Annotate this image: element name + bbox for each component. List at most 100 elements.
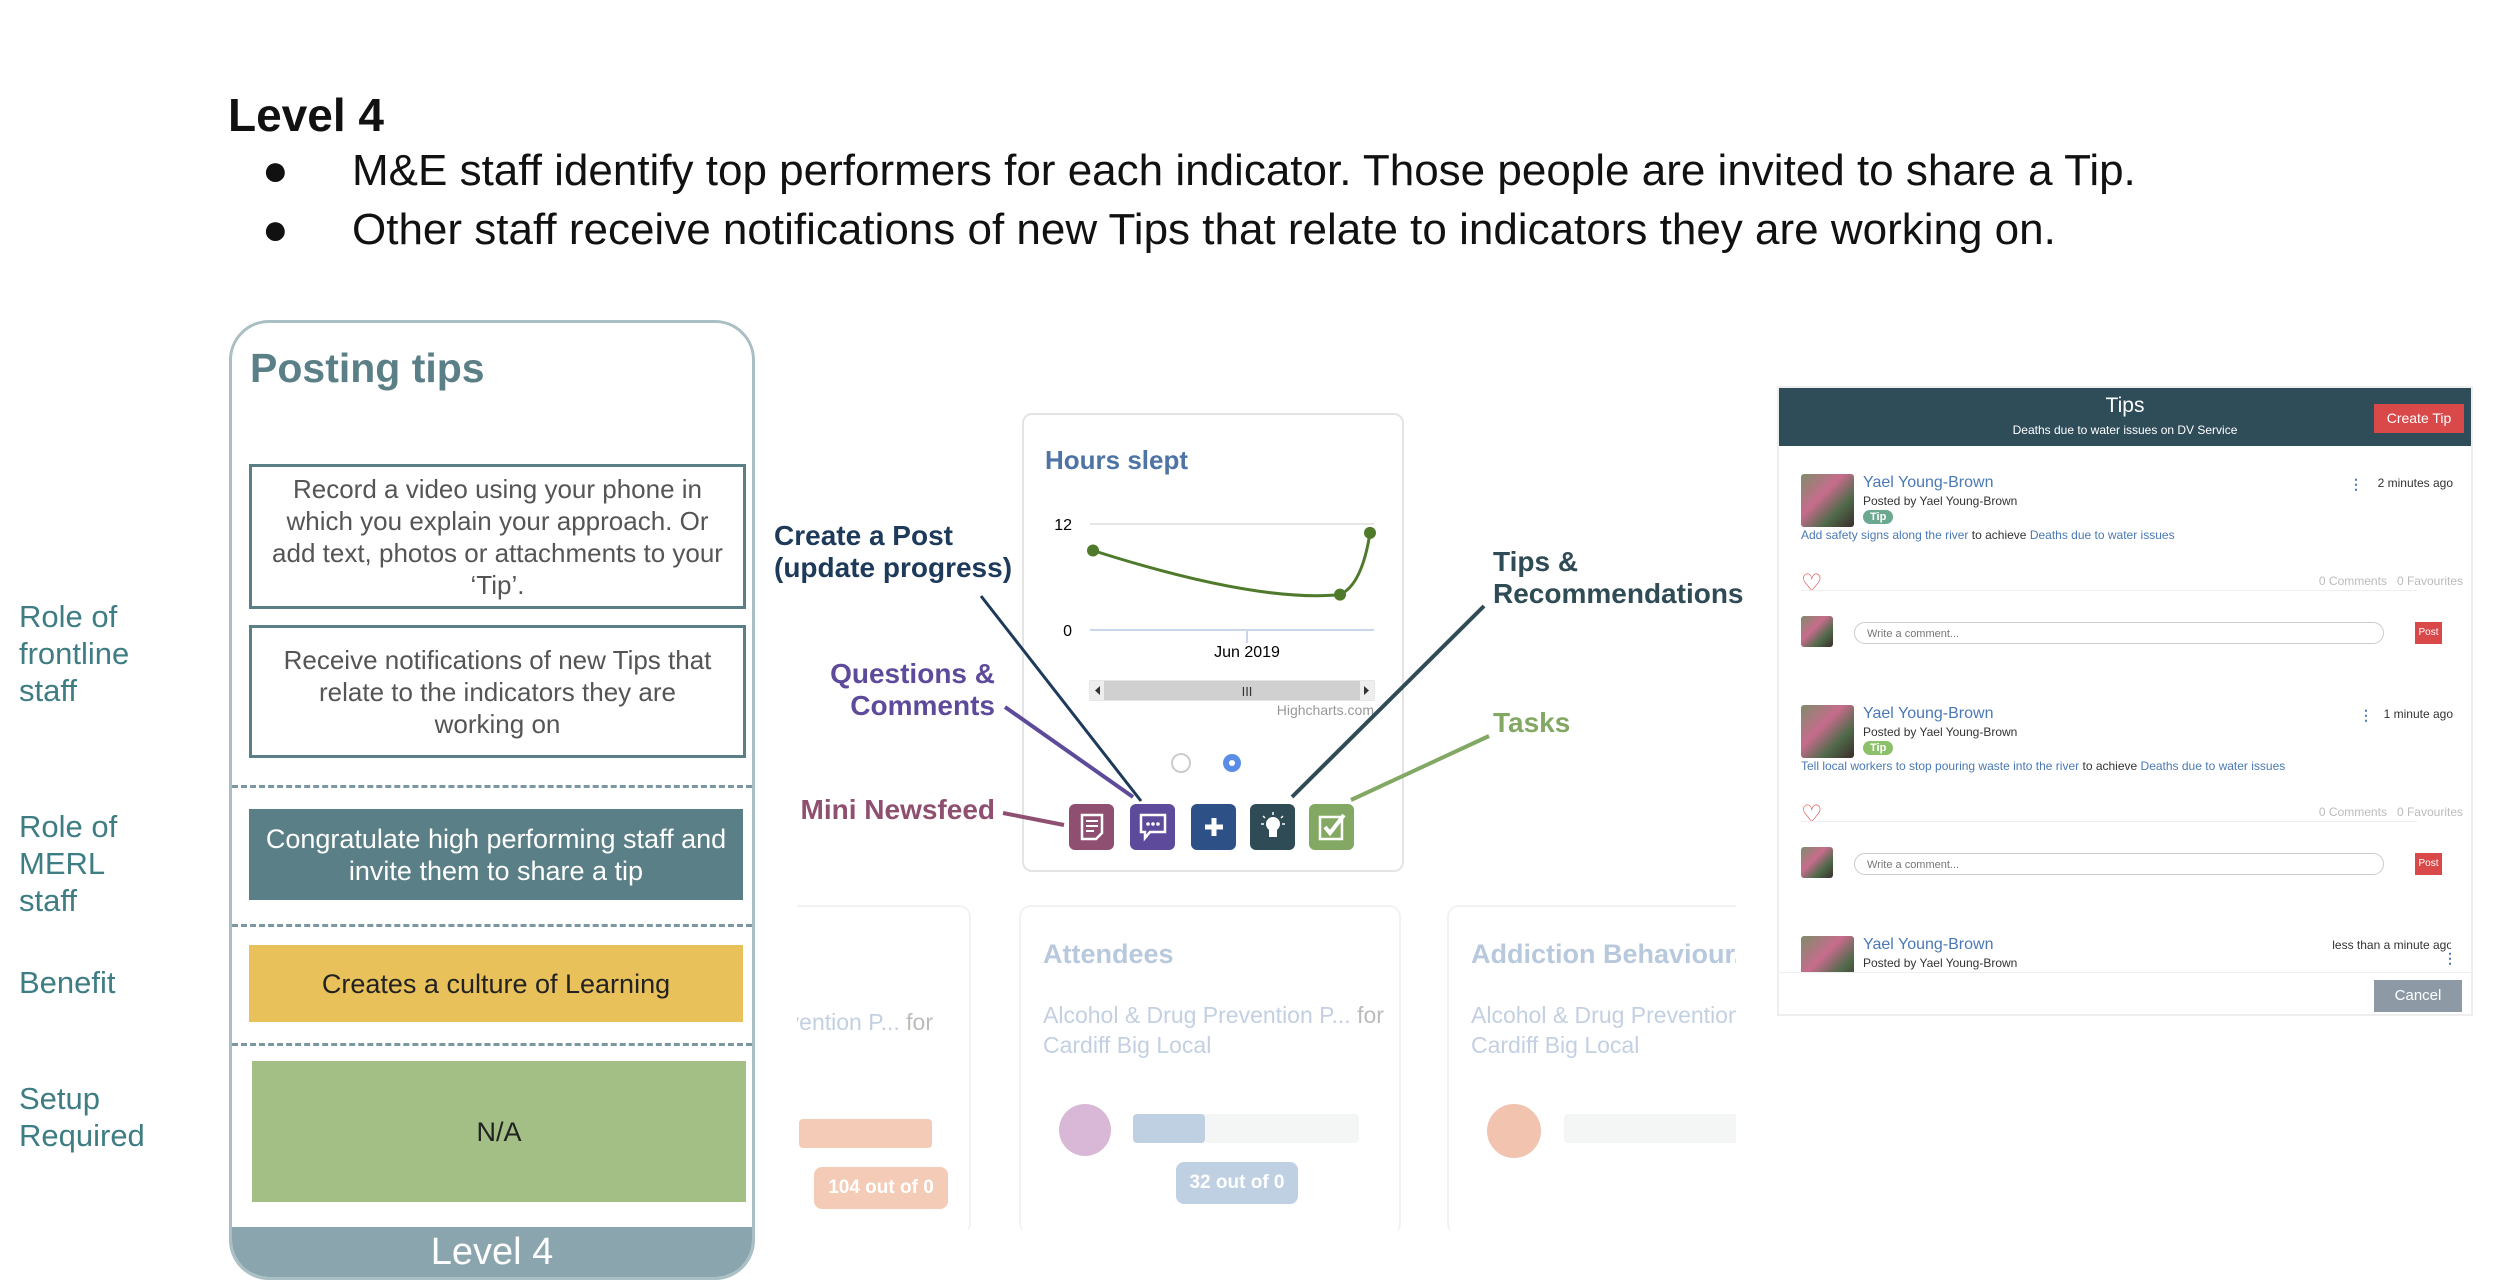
indicator-card-attendees[interactable]: Attendees Alcohol & Drug Prevention P...… (1019, 905, 1401, 1230)
post-counts: 0 Comments 0 Favourites (2318, 574, 2463, 588)
indicator-org: Cardiff Big Local (1043, 1032, 1212, 1058)
progress-fill (1133, 1114, 1206, 1143)
indicator-subtitle: Alcohol & Drug Prevention P... for (1043, 1002, 1384, 1028)
carousel-dot-center (1229, 760, 1235, 766)
card-title: Posting tips (250, 345, 485, 391)
y-tick-12: 12 (1054, 517, 1072, 534)
divider (1801, 590, 2417, 591)
tips-button[interactable] (1250, 804, 1295, 850)
indicator-title: Addiction Behaviour. (1471, 939, 1736, 969)
tips-title: Tips (2105, 394, 2145, 417)
post-time: less than a minute ago (2332, 938, 2451, 952)
checkbox-icon (1318, 813, 1346, 841)
indicator-subtitle: Alcohol & Drug Prevention P (1471, 1002, 1736, 1028)
tasks-button[interactable] (1309, 804, 1354, 850)
bullet-dot: ● (262, 146, 289, 195)
highcharts-credit[interactable]: Highcharts.com (1277, 702, 1374, 718)
progress-track (1564, 1114, 1736, 1143)
merl-box: Congratulate high performing staff and i… (249, 809, 743, 900)
indicator-subtitle: vention P... for (797, 1009, 933, 1035)
data-point-3[interactable] (1364, 526, 1376, 539)
label-frontline: Role of frontline staff (19, 599, 130, 708)
annotation-tasks: Tasks (1493, 707, 1571, 738)
post-comment-button[interactable]: Post (2415, 622, 2442, 644)
frontline-box-1: Record a video using your phone in which… (249, 464, 746, 609)
tip-badge: Tip (1863, 510, 1894, 524)
more-menu-icon[interactable]: ⋮ (2349, 476, 2363, 493)
divider (232, 1043, 752, 1046)
comment-input[interactable]: Write a comment... (1854, 853, 2384, 875)
bullet-dot: ● (262, 205, 289, 254)
footer-divider (1779, 972, 2471, 973)
progress-bar (799, 1119, 932, 1148)
author-avatar[interactable] (1801, 474, 1854, 527)
tip-badge: Tip (1863, 741, 1894, 755)
post-comment-button[interactable]: Post (2415, 853, 2442, 875)
progress-label: 104 out of 0 (814, 1167, 948, 1209)
indicator-avatar (1059, 1104, 1111, 1156)
divider (232, 785, 752, 788)
tip-text: Add safety signs along the river to achi… (1801, 528, 2175, 542)
create-post-button[interactable] (1191, 804, 1236, 850)
post-time: 1 minute ago (2383, 707, 2453, 721)
tip-text: Tell local workers to stop pouring waste… (1801, 759, 2286, 773)
more-menu-icon[interactable]: ⋮ (2359, 707, 2373, 724)
post-counts: 0 Comments 0 Favourites (2318, 805, 2463, 819)
page-heading: Level 4 (228, 89, 384, 141)
tips-subtitle: Deaths due to water issues on DV Service (2012, 423, 2238, 437)
post-time: 2 minutes ago (2377, 476, 2453, 490)
indicator-cards-strip: vention P... for 104 out of 0 Attendees … (797, 900, 1736, 1230)
heart-icon[interactable]: ♡ (1801, 800, 1823, 829)
setup-box: N/A (252, 1061, 746, 1202)
commenter-avatar (1801, 616, 1833, 647)
indicator-avatar (1487, 1104, 1541, 1158)
tip-post: Yael Young-Brown Posted by Yael Young-Br… (1801, 474, 2463, 705)
indicator-card-addiction[interactable]: Addiction Behaviour. Alcohol & Drug Prev… (1447, 905, 1736, 1230)
create-tip-button[interactable]: Create Tip (2374, 404, 2464, 433)
cancel-button[interactable]: Cancel (2374, 980, 2462, 1012)
lightbulb-icon (1260, 812, 1285, 837)
carousel-dot-1[interactable] (1171, 753, 1191, 773)
posted-by: Posted by Yael Young-Brown (1863, 494, 2018, 508)
tips-panel: Tips Deaths due to water issues on DV Se… (1777, 386, 2473, 1016)
comment-input[interactable]: Write a comment... (1854, 622, 2384, 644)
bullet-2: ● Other staff receive notifications of ne… (262, 205, 2056, 254)
posted-by: Posted by Yael Young-Brown (1863, 956, 2018, 970)
author-name[interactable]: Yael Young-Brown (1863, 705, 1993, 723)
benefit-box: Creates a culture of Learning (249, 945, 743, 1022)
mini-newsfeed-button[interactable] (1069, 804, 1114, 850)
series-line (1092, 532, 1372, 598)
posting-tips-card: Posting tips Record a video using your p… (229, 320, 755, 1280)
author-name[interactable]: Yael Young-Brown (1863, 936, 1993, 954)
navigator-scrollbar[interactable] (1089, 680, 1375, 701)
label-setup: Setup Required (19, 1081, 145, 1153)
indicator-card[interactable]: vention P... for 104 out of 0 (797, 905, 971, 1230)
indicator-title: Attendees (1043, 939, 1174, 969)
annotation-questions: Questions & Comments (830, 658, 995, 721)
x-tick-jun-2019: Jun 2019 (1214, 644, 1280, 661)
heart-icon[interactable]: ♡ (1801, 569, 1823, 598)
tip-post: Yael Young-Brown Posted by Yael Young-Br… (1801, 705, 2463, 936)
questions-comments-button[interactable] (1130, 804, 1175, 850)
bullet-1: ● M&E staff identify top performers for e… (262, 146, 2136, 195)
posted-by: Posted by Yael Young-Brown (1863, 725, 2018, 739)
divider (232, 924, 752, 927)
author-avatar[interactable] (1801, 705, 1854, 758)
annotation-newsfeed: Mini Newsfeed (800, 794, 995, 825)
level-footer: Level 4 (232, 1227, 752, 1277)
newsfeed-icon (1080, 813, 1103, 841)
plus-icon (1204, 818, 1223, 836)
divider (1801, 821, 2417, 822)
indicator-org: Cardiff Big Local (1471, 1032, 1640, 1058)
scroll-grip[interactable]: III (1242, 684, 1253, 699)
data-point-1[interactable] (1087, 544, 1099, 557)
data-point-2[interactable] (1334, 588, 1346, 601)
frontline-box-2: Receive notifications of new Tips that r… (249, 625, 746, 758)
author-avatar[interactable] (1801, 936, 1854, 972)
annotation-create-post: Create a Post (update progress) (774, 520, 1013, 583)
more-menu-icon[interactable]: ⋮ (2443, 950, 2451, 967)
speech-bubble-icon (1139, 813, 1166, 842)
label-merl: Role of MERL staff (19, 809, 118, 918)
label-benefit: Benefit (19, 965, 116, 1000)
author-name[interactable]: Yael Young-Brown (1863, 474, 1993, 492)
